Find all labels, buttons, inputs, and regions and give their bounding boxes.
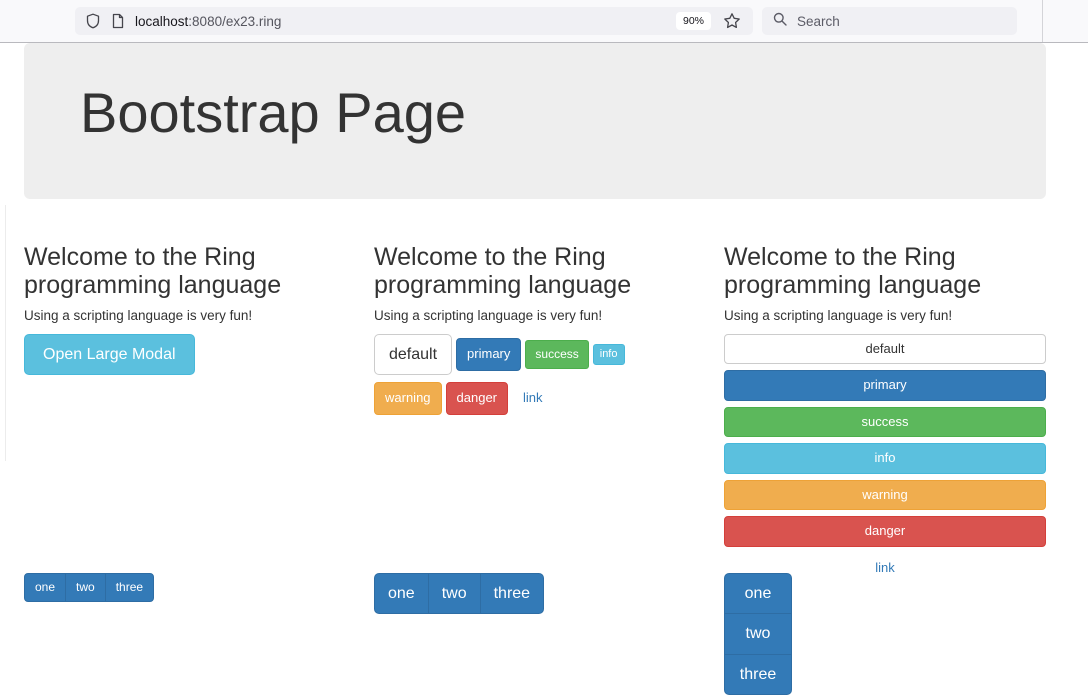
button-group-wrap: onetwothree bbox=[374, 573, 544, 614]
column-heading: Welcome to the Ring programming language bbox=[24, 243, 346, 299]
zoom-indicator[interactable]: 90% bbox=[676, 12, 711, 31]
buttons-area: defaultprimarysuccessinfo warningdangerli… bbox=[374, 334, 696, 422]
search-bar[interactable]: Search bbox=[762, 7, 1017, 35]
buttons-area: defaultprimarysuccessinfowarningdangerli… bbox=[724, 334, 1046, 583]
info-button[interactable]: info bbox=[593, 344, 625, 365]
button-group: onetwothree bbox=[24, 573, 154, 602]
columns-row: Welcome to the Ring programming language… bbox=[24, 243, 1046, 694]
vertical-button-group: onetwothree bbox=[724, 573, 792, 695]
group-button-one[interactable]: one bbox=[374, 573, 429, 614]
primary-button[interactable]: primary bbox=[456, 338, 521, 370]
window-edge-line bbox=[5, 205, 6, 461]
group-button-three[interactable]: three bbox=[105, 573, 154, 602]
page-icon[interactable] bbox=[111, 13, 125, 29]
column-tagline: Using a scripting language is very fun! bbox=[374, 306, 696, 325]
column-3: Welcome to the Ring programming language… bbox=[724, 243, 1046, 694]
group-button-two[interactable]: two bbox=[65, 573, 106, 602]
group-button-one[interactable]: one bbox=[24, 573, 66, 602]
address-url[interactable]: localhost:8080/ex23.ring bbox=[135, 14, 281, 29]
group-button-three[interactable]: three bbox=[724, 654, 792, 695]
open-large-modal-button[interactable]: Open Large Modal bbox=[24, 334, 195, 375]
column-heading: Welcome to the Ring programming language bbox=[724, 243, 1046, 299]
column-1: Welcome to the Ring programming language… bbox=[24, 243, 346, 694]
group-button-three[interactable]: three bbox=[480, 573, 544, 614]
page-viewport: Bootstrap Page Welcome to the Ring progr… bbox=[0, 43, 1088, 694]
danger-button[interactable]: danger bbox=[446, 382, 508, 414]
danger-button[interactable]: danger bbox=[724, 516, 1046, 546]
warning-button[interactable]: warning bbox=[724, 480, 1046, 510]
page-title: Bootstrap Page bbox=[24, 43, 1046, 141]
default-button[interactable]: default bbox=[724, 334, 1046, 364]
info-button[interactable]: info bbox=[724, 443, 1046, 473]
primary-button[interactable]: primary bbox=[724, 370, 1046, 400]
column-tagline: Using a scripting language is very fun! bbox=[724, 306, 1046, 325]
success-button[interactable]: success bbox=[724, 407, 1046, 437]
group-button-two[interactable]: two bbox=[428, 573, 481, 614]
buttons-area: Open Large Modal bbox=[24, 334, 346, 382]
jumbotron: Bootstrap Page bbox=[24, 43, 1046, 199]
search-placeholder: Search bbox=[797, 14, 840, 29]
default-button[interactable]: default bbox=[374, 334, 452, 375]
button-group: onetwothree bbox=[374, 573, 544, 614]
toolbar-divider bbox=[1042, 0, 1043, 42]
url-path: :8080/ex23.ring bbox=[188, 14, 281, 29]
group-button-one[interactable]: one bbox=[724, 573, 792, 614]
success-button[interactable]: success bbox=[525, 340, 588, 369]
search-icon bbox=[772, 11, 788, 32]
warning-button[interactable]: warning bbox=[374, 382, 442, 414]
star-icon[interactable] bbox=[723, 12, 741, 30]
shield-icon[interactable] bbox=[85, 13, 101, 29]
url-host: localhost bbox=[135, 14, 188, 29]
column-heading: Welcome to the Ring programming language bbox=[374, 243, 696, 299]
group-button-two[interactable]: two bbox=[724, 613, 792, 654]
column-2: Welcome to the Ring programming language… bbox=[374, 243, 696, 694]
link-button[interactable]: link bbox=[512, 382, 554, 414]
button-group-wrap: onetwothree bbox=[724, 573, 792, 695]
column-tagline: Using a scripting language is very fun! bbox=[24, 306, 346, 325]
button-group-wrap: onetwothree bbox=[24, 573, 154, 602]
url-bar[interactable]: localhost:8080/ex23.ring 90% bbox=[75, 7, 753, 35]
browser-toolbar: localhost:8080/ex23.ring 90% Search bbox=[0, 0, 1088, 43]
